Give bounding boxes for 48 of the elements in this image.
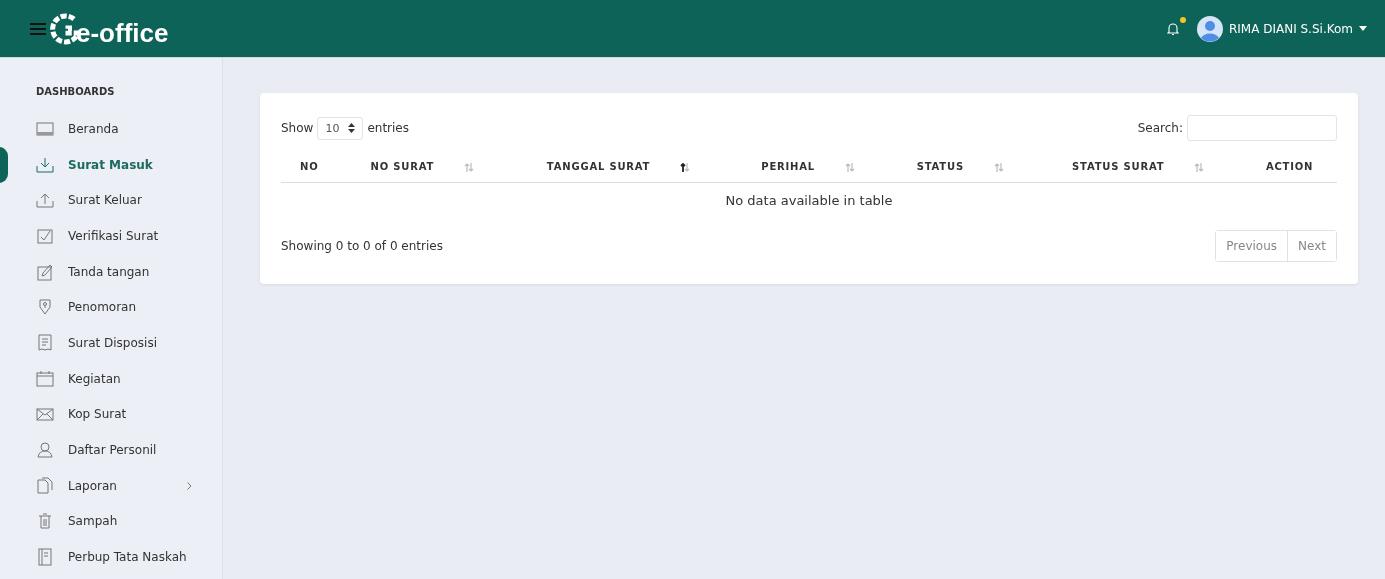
sidebar-item[interactable]: Kop Surat — [0, 396, 222, 433]
logo-text: e-office — [76, 18, 169, 49]
length-select[interactable]: 10 — [317, 116, 364, 140]
length-label: Show — [281, 121, 314, 135]
column-header: ACTION — [1242, 151, 1337, 183]
sidebar-item[interactable]: Laporan — [0, 467, 222, 504]
sidebar-item[interactable]: Penomoran — [0, 289, 222, 326]
search-field[interactable] — [1187, 115, 1337, 141]
length-label: entries — [367, 121, 409, 135]
sidebar-item[interactable]: Daftar Personil — [0, 432, 222, 468]
sidebar-item[interactable]: Surat Disposisi — [0, 325, 222, 361]
caret-icon — [1359, 26, 1367, 31]
envelope-icon — [36, 405, 54, 424]
sidebar-item[interactable]: Perbup Tata Naskah — [0, 539, 222, 575]
receipt-icon — [36, 333, 54, 352]
sidebar-item[interactable]: Surat Keluar — [0, 182, 222, 219]
column-header[interactable]: NO SURAT — [337, 151, 508, 183]
empty-message: No data available in table — [281, 182, 1337, 212]
documents-icon — [36, 476, 54, 495]
download-icon — [36, 155, 54, 174]
column-header: NO — [281, 151, 338, 183]
column-header[interactable]: PERIHAL — [729, 151, 887, 183]
column-header[interactable]: STATUS SURAT — [1034, 151, 1243, 183]
trash-icon — [36, 512, 54, 531]
book-icon — [36, 548, 54, 567]
column-header[interactable]: STATUS — [886, 151, 1035, 183]
sidebar-item[interactable]: Surat Masuk — [0, 146, 222, 183]
spinner-arrows-icon — [348, 123, 356, 133]
upload-icon — [36, 191, 54, 210]
bell-icon[interactable] — [1166, 21, 1179, 36]
checkbox-icon — [36, 226, 54, 245]
pencil-icon — [36, 262, 54, 281]
sidebar-item[interactable]: Beranda — [0, 111, 222, 147]
pen-nib-icon — [36, 298, 54, 317]
section-title: DASHBOARDS — [35, 86, 116, 97]
sidebar-item[interactable]: Verifikasi Surat — [0, 218, 222, 254]
avatar-icon — [1196, 15, 1223, 42]
user-menu[interactable]: RIMA DIANI S.Si.Kom — [1196, 15, 1367, 42]
person-icon — [36, 441, 54, 460]
menu-icon[interactable] — [30, 21, 46, 36]
search-label: Search: — [1137, 121, 1183, 135]
sidebar-item[interactable]: Tanda tangan — [0, 253, 222, 290]
sidebar-item[interactable]: Kegiatan — [0, 360, 222, 397]
table-info: Showing 0 to 0 of 0 entries — [281, 239, 443, 253]
column-header[interactable]: TANGGAL SURAT — [507, 151, 730, 183]
sidebar-item[interactable]: Sampah — [0, 503, 222, 540]
calendar-icon — [36, 369, 54, 388]
monitor-icon — [36, 119, 54, 138]
